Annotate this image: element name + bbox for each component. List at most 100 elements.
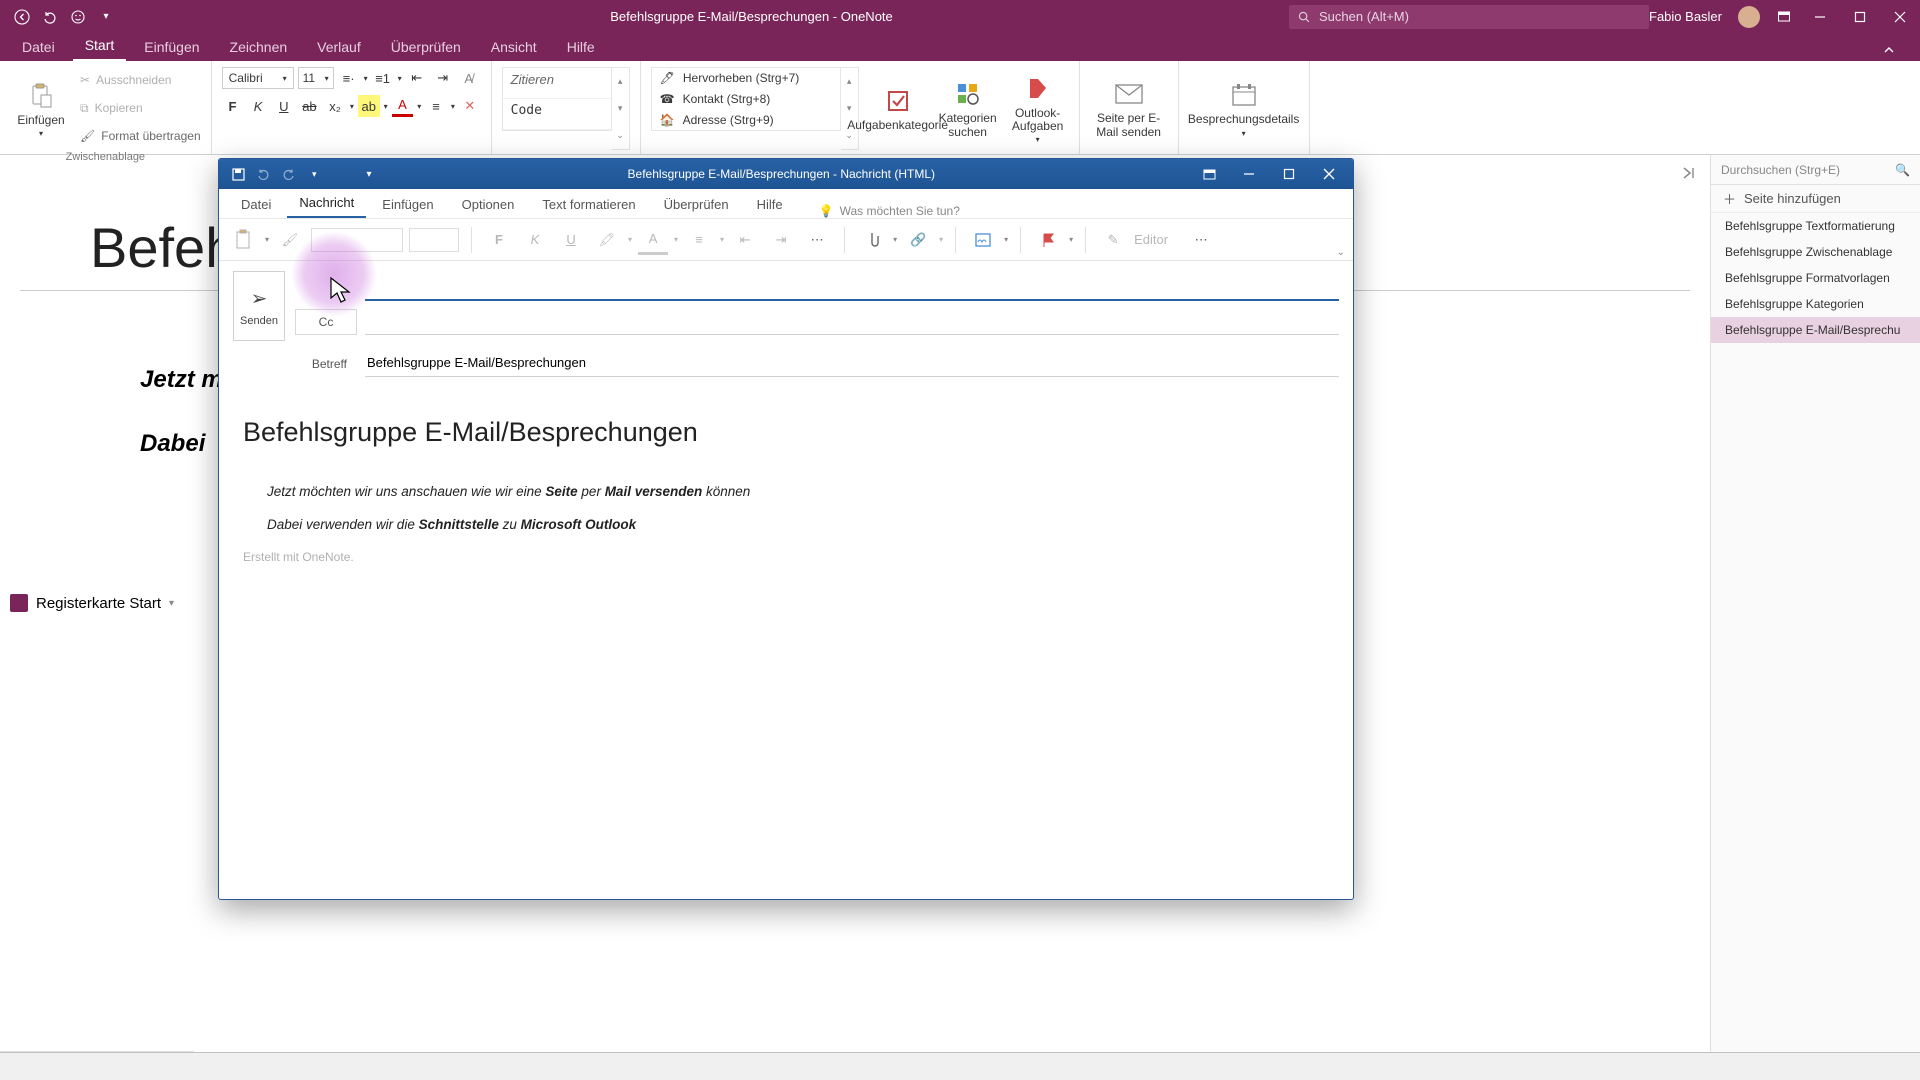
style-quote[interactable]: Zitieren bbox=[503, 68, 611, 99]
page-item-3[interactable]: Befehlsgruppe Kategorien bbox=[1711, 291, 1920, 317]
tags-gallery[interactable]: 🖊Hervorheben (Strg+7) ☎Kontakt (Strg+8) … bbox=[651, 67, 841, 131]
body-p2[interactable]: Dabei verwenden wir die Schnittstelle zu… bbox=[267, 517, 1329, 532]
paste-dropdown-icon[interactable]: ▾ bbox=[265, 235, 269, 244]
ol-tab-datei[interactable]: Datei bbox=[229, 191, 283, 218]
erase-icon[interactable]: ✕ bbox=[459, 95, 481, 117]
page-email-label: Seite per E-Mail senden bbox=[1090, 112, 1168, 138]
highlight-icon[interactable]: ab bbox=[358, 95, 380, 117]
more-format-icon[interactable]: ⋯ bbox=[802, 225, 832, 255]
tag-gallery-scroll[interactable]: ▴▾⌄ bbox=[841, 67, 859, 150]
link-icon: 🔗 bbox=[903, 225, 933, 255]
body-heading[interactable]: Befehlsgruppe E-Mail/Besprechungen bbox=[243, 417, 1329, 448]
tab-start[interactable]: Start bbox=[73, 33, 127, 61]
style-code[interactable]: Code bbox=[503, 99, 611, 130]
attach-icon[interactable] bbox=[857, 225, 887, 255]
ol-tab-review[interactable]: Überprüfen bbox=[652, 191, 741, 218]
emoji-icon[interactable] bbox=[70, 9, 86, 25]
tell-me[interactable]: 💡Was möchten Sie tun? bbox=[819, 204, 960, 218]
chevron-down-icon[interactable]: ▾ bbox=[169, 598, 174, 609]
numbering-icon[interactable]: ≡1 bbox=[372, 67, 394, 89]
ol-tab-nachricht[interactable]: Nachricht bbox=[287, 189, 366, 218]
expand-ribbon-icon[interactable]: ⌄ bbox=[1337, 247, 1345, 258]
ol-tab-einfuegen[interactable]: Einfügen bbox=[370, 191, 445, 218]
qat-chevron-icon[interactable]: ▾ bbox=[312, 169, 317, 180]
user-name[interactable]: Fabio Basler bbox=[1649, 9, 1722, 24]
body-p1[interactable]: Jetzt möchten wir uns anschauen wie wir … bbox=[267, 484, 1329, 499]
minimize-button[interactable] bbox=[1808, 11, 1832, 23]
tab-ueberpruefen[interactable]: Überprüfen bbox=[379, 35, 473, 61]
ol-tab-text[interactable]: Text formatieren bbox=[530, 191, 647, 218]
bullets-icon[interactable]: ≡· bbox=[338, 67, 360, 89]
font-name-combo[interactable]: Calibri▾ bbox=[222, 67, 294, 89]
font-size-combo[interactable]: 11▾ bbox=[298, 67, 334, 89]
tag-highlight[interactable]: 🖊Hervorheben (Strg+7) bbox=[652, 68, 840, 89]
font-color-icon[interactable]: A bbox=[392, 95, 414, 117]
search-icon: 🔍 bbox=[1895, 163, 1910, 177]
subject-field[interactable]: Befehlsgruppe E-Mail/Besprechungen bbox=[365, 351, 1339, 377]
redo-icon[interactable] bbox=[281, 167, 296, 182]
align-icon[interactable]: ≡ bbox=[425, 95, 447, 117]
tag-contact[interactable]: ☎Kontakt (Strg+8) bbox=[652, 89, 840, 110]
outdent-icon[interactable]: ⇤ bbox=[406, 67, 428, 89]
undo-icon[interactable] bbox=[256, 167, 271, 182]
ol-tab-hilfe[interactable]: Hilfe bbox=[745, 191, 795, 218]
page-email-button[interactable]: Seite per E-Mail senden bbox=[1090, 67, 1168, 150]
indent-icon[interactable]: ⇥ bbox=[432, 67, 454, 89]
subscript-icon[interactable]: x₂ bbox=[324, 95, 346, 117]
tab-hilfe[interactable]: Hilfe bbox=[555, 35, 607, 61]
maximize-button[interactable] bbox=[1848, 11, 1872, 23]
undo-icon[interactable] bbox=[42, 9, 58, 25]
flag-icon[interactable] bbox=[1033, 225, 1063, 255]
search-box[interactable]: Suchen (Alt+M) bbox=[1289, 5, 1649, 29]
styles-gallery[interactable]: Zitieren Code bbox=[502, 67, 612, 131]
ribbon-display-icon[interactable] bbox=[1776, 9, 1792, 25]
mail-body[interactable]: Befehlsgruppe E-Mail/Besprechungen Jetzt… bbox=[219, 387, 1353, 899]
task-category-button[interactable]: Aufgabenkategorie bbox=[867, 67, 929, 150]
underline-icon[interactable]: U bbox=[273, 95, 295, 117]
ol-tab-optionen[interactable]: Optionen bbox=[450, 191, 527, 218]
signature-icon[interactable] bbox=[968, 225, 998, 255]
group-label-styles bbox=[502, 150, 630, 152]
sidebar-search[interactable]: Durchsuchen (Strg+E) 🔍 bbox=[1711, 155, 1920, 185]
send-button[interactable]: ➢ Senden bbox=[233, 271, 285, 341]
gallery-scroll[interactable]: ▴▾⌄ bbox=[612, 67, 630, 150]
meeting-details-button[interactable]: Besprechungsdetails▾ bbox=[1189, 67, 1299, 150]
tab-zeichnen[interactable]: Zeichnen bbox=[218, 35, 300, 61]
outlook-titlebar[interactable]: ▾ ▾ Befehlsgruppe E-Mail/Besprechungen -… bbox=[219, 159, 1353, 189]
format-painter-button[interactable]: 🖌Format übertragen bbox=[80, 123, 201, 149]
more-commands-icon[interactable]: ⋯ bbox=[1186, 225, 1216, 255]
add-page-button[interactable]: ＋ Seite hinzufügen bbox=[1711, 185, 1920, 213]
maximize-button[interactable] bbox=[1271, 161, 1307, 187]
outlook-tasks-button[interactable]: Outlook-Aufgaben▾ bbox=[1007, 67, 1069, 150]
cut-button: ✂Ausschneiden bbox=[80, 67, 201, 93]
page-item-4[interactable]: Befehlsgruppe E-Mail/Besprechu bbox=[1711, 317, 1920, 343]
close-button[interactable] bbox=[1311, 161, 1347, 187]
close-button[interactable] bbox=[1888, 11, 1912, 23]
page-item-2[interactable]: Befehlsgruppe Formatvorlagen bbox=[1711, 265, 1920, 291]
tab-datei[interactable]: Datei bbox=[10, 35, 67, 61]
qat-dropdown-icon[interactable]: ▾ bbox=[98, 9, 114, 25]
cc-button[interactable]: Cc bbox=[295, 309, 357, 335]
cc-field[interactable] bbox=[365, 309, 1339, 335]
ribbon-mode-button[interactable] bbox=[1191, 161, 1227, 187]
tab-ansicht[interactable]: Ansicht bbox=[479, 35, 549, 61]
to-field[interactable] bbox=[365, 275, 1339, 301]
paste-button[interactable]: Einfügen ▾ bbox=[10, 67, 72, 149]
bold-icon[interactable]: F bbox=[222, 95, 244, 117]
save-icon[interactable] bbox=[231, 167, 246, 182]
italic-icon[interactable]: K bbox=[247, 95, 269, 117]
back-icon[interactable] bbox=[14, 9, 30, 25]
clear-format-icon[interactable]: A̸ bbox=[458, 67, 480, 89]
tag-address[interactable]: 🏠Adresse (Strg+9) bbox=[652, 109, 840, 130]
strike-icon[interactable]: ab bbox=[299, 95, 321, 117]
tab-einfuegen[interactable]: Einfügen bbox=[132, 35, 211, 61]
categories-search-button[interactable]: Kategorien suchen bbox=[937, 67, 999, 150]
paste-button[interactable] bbox=[229, 225, 259, 255]
tab-verlauf[interactable]: Verlauf bbox=[305, 35, 373, 61]
collapse-ribbon-icon[interactable] bbox=[1872, 39, 1906, 61]
minimize-button[interactable] bbox=[1231, 161, 1267, 187]
avatar[interactable] bbox=[1738, 6, 1760, 28]
page-item-0[interactable]: Befehlsgruppe Textformatierung bbox=[1711, 213, 1920, 239]
expand-pane-icon[interactable] bbox=[1681, 165, 1697, 181]
page-item-1[interactable]: Befehlsgruppe Zwischenablage bbox=[1711, 239, 1920, 265]
